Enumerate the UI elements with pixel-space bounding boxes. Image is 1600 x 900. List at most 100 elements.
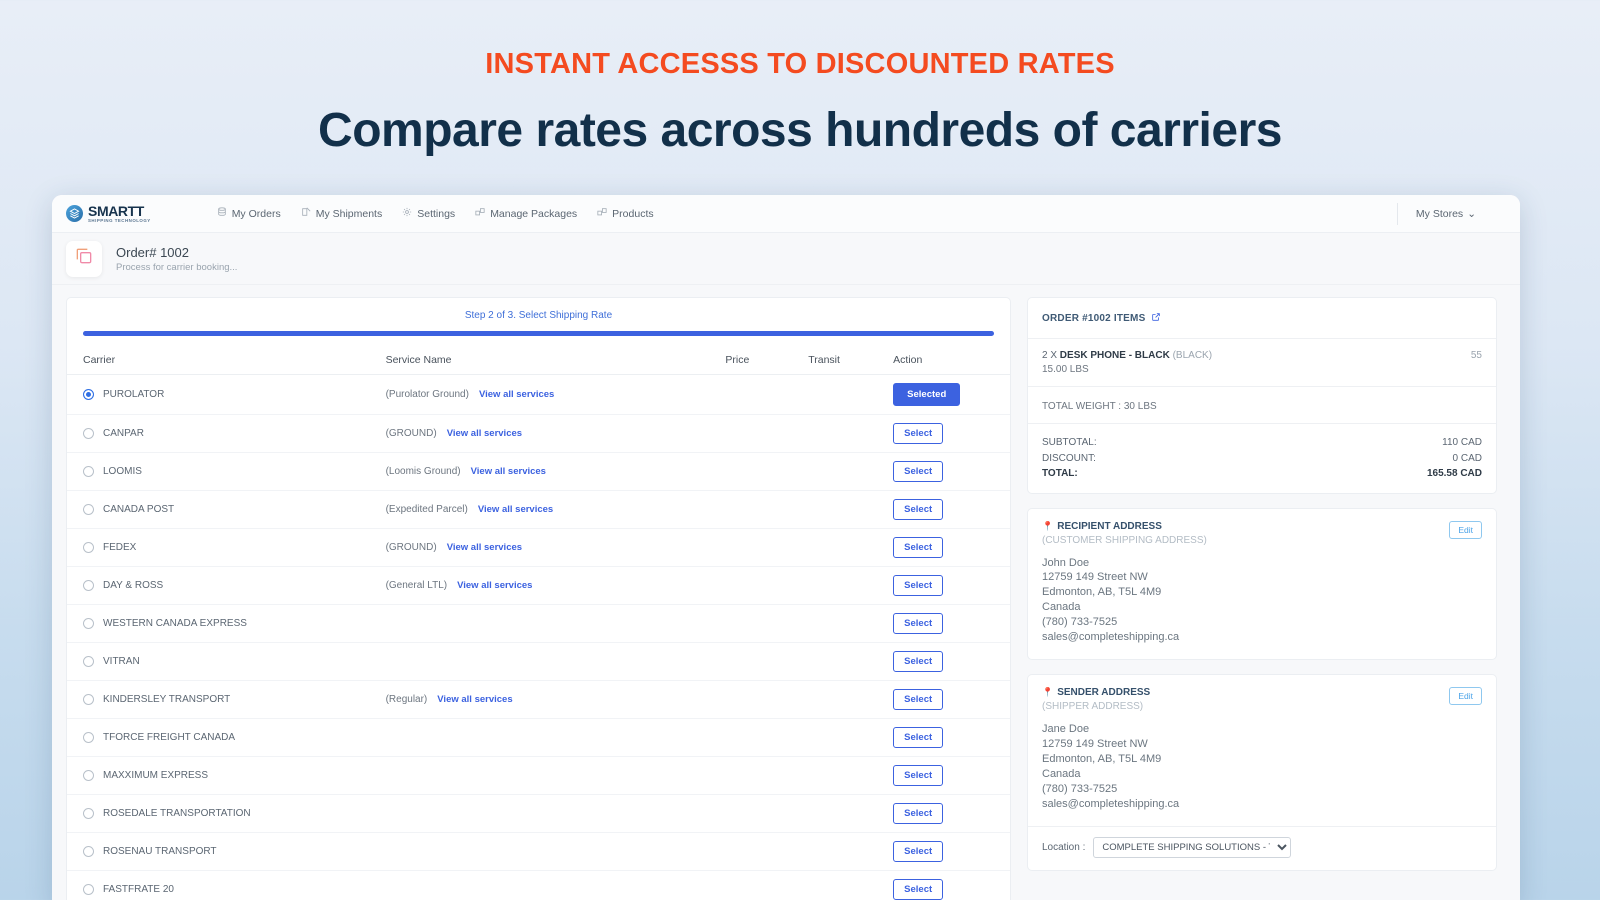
order-icon-container (66, 240, 102, 277)
sender-address-lines: Jane Doe 12759 149 Street NW Edmonton, A… (1042, 722, 1482, 812)
table-row[interactable]: WESTERN CANADA EXPRESS Select (67, 604, 1010, 643)
edit-sender-button[interactable]: Edit (1449, 687, 1482, 706)
select-button[interactable]: Select (893, 537, 944, 558)
selected-button[interactable]: Selected (893, 383, 961, 406)
select-button[interactable]: Select (893, 461, 944, 482)
transit-cell (808, 870, 894, 900)
table-row[interactable]: LOOMIS (Loomis Ground) View all services Se… (67, 452, 1010, 491)
carrier-radio[interactable] (83, 389, 94, 400)
view-all-services-link[interactable]: View all services (479, 389, 554, 400)
table-row[interactable]: ROSENAU TRANSPORT Select (67, 832, 1010, 871)
price-cell (725, 832, 809, 871)
table-row[interactable]: TFORCE FREIGHT CANADA Select (67, 718, 1010, 757)
nav-item-my-shipments[interactable]: My Shipments (301, 207, 382, 220)
view-all-services-link[interactable]: View all services (457, 580, 532, 591)
select-button[interactable]: Select (893, 765, 944, 786)
progress-track (83, 331, 994, 336)
service-cell (385, 604, 726, 643)
sender-line: 12759 149 Street NW (1042, 738, 1148, 751)
sender-address-title: 📍 SENDER ADDRESS (1042, 687, 1482, 698)
table-row[interactable]: ROSEDALE TRANSPORTATION Select (67, 794, 1010, 833)
service-cell (385, 870, 726, 900)
action-cell: Select (893, 414, 1010, 453)
select-button[interactable]: Select (893, 727, 944, 748)
select-button[interactable]: Select (893, 651, 944, 672)
table-row[interactable]: DAY & ROSS (General LTL) View all services… (67, 566, 1010, 605)
order-totals: SUBTOTAL: 110 CAD DISCOUNT: 0 CAD TOTAL:… (1028, 424, 1496, 493)
carrier-radio[interactable] (83, 808, 94, 819)
carrier-radio[interactable] (83, 732, 94, 743)
transit-cell (808, 414, 894, 453)
nav-items: My Orders My Shipments Settings Manage P… (217, 207, 654, 220)
carrier-radio[interactable] (83, 504, 94, 515)
carrier-radio[interactable] (83, 656, 94, 667)
service-cell (385, 794, 726, 833)
carrier-radio[interactable] (83, 542, 94, 553)
carrier-name: PUROLATOR (103, 389, 165, 400)
service-name: (Purolator Ground) (385, 389, 469, 400)
table-row[interactable]: VITRAN Select (67, 642, 1010, 681)
select-button[interactable]: Select (893, 841, 944, 862)
nav-item-settings[interactable]: Settings (402, 207, 455, 220)
carrier-cell: FEDEX (67, 528, 386, 567)
sender-address-panel: Edit 📍 SENDER ADDRESS (SHIPPER ADDRESS) … (1027, 674, 1497, 871)
external-link-icon[interactable] (1151, 309, 1161, 327)
app-body: Step 2 of 3. Select Shipping Rate Carrie… (52, 285, 1520, 900)
nav-label: Products (612, 207, 654, 220)
recipient-line: 12759 149 Street NW (1042, 571, 1148, 584)
location-pin-icon: 📍 (1042, 687, 1054, 698)
carrier-name: MAXXIMUM EXPRESS (103, 770, 209, 781)
carrier-radio[interactable] (83, 580, 94, 591)
transit-cell (808, 490, 894, 529)
select-button[interactable]: Select (893, 499, 944, 520)
sender-line: Canada (1042, 768, 1081, 781)
select-button[interactable]: Select (893, 803, 944, 824)
view-all-services-link[interactable]: View all services (478, 504, 553, 515)
nav-item-manage-packages[interactable]: Manage Packages (475, 207, 577, 220)
transit-cell (808, 718, 894, 757)
carrier-cell: KINDERSLEY TRANSPORT (67, 680, 386, 719)
select-button[interactable]: Select (893, 689, 944, 710)
table-row[interactable]: FASTFRATE 20 Select (67, 870, 1010, 900)
carrier-radio[interactable] (83, 884, 94, 895)
service-cell: (Loomis Ground) View all services (385, 452, 726, 491)
edit-recipient-button[interactable]: Edit (1449, 520, 1482, 539)
service-cell: (GROUND) View all services (385, 528, 726, 567)
transit-cell (808, 794, 894, 833)
carrier-radio[interactable] (83, 694, 94, 705)
total-weight-row: TOTAL WEIGHT : 30 LBS (1028, 387, 1496, 424)
transit-cell (808, 832, 894, 871)
my-stores-dropdown[interactable]: My Stores ⌄ (1416, 208, 1506, 220)
view-all-services-link[interactable]: View all services (471, 466, 546, 477)
table-row[interactable]: PUROLATOR (Purolator Ground) View all serv… (67, 374, 1010, 415)
view-all-services-link[interactable]: View all services (437, 694, 512, 705)
recipient-address-title: 📍 RECIPIENT ADDRESS (1042, 521, 1482, 532)
select-button[interactable]: Select (893, 613, 944, 634)
sender-address-subtitle: (SHIPPER ADDRESS) (1042, 701, 1144, 713)
table-row[interactable]: MAXXIMUM EXPRESS Select (67, 756, 1010, 795)
table-row[interactable]: KINDERSLEY TRANSPORT (Regular) View all se… (67, 680, 1010, 719)
table-row[interactable]: CANPAR (GROUND) View all services Select (67, 414, 1010, 453)
carrier-radio[interactable] (83, 466, 94, 477)
sender-line: Edmonton, AB, T5L 4M9 (1042, 753, 1162, 766)
select-button[interactable]: Select (893, 879, 944, 900)
table-row[interactable]: FEDEX (GROUND) View all services Select (67, 528, 1010, 567)
item-name: DESK PHONE - BLACK (1059, 350, 1170, 361)
transit-cell (808, 680, 894, 719)
carrier-radio[interactable] (83, 618, 94, 629)
nav-item-products[interactable]: Products (597, 207, 654, 220)
view-all-services-link[interactable]: View all services (447, 542, 522, 553)
service-name: (GROUND) (385, 428, 437, 439)
location-select[interactable]: COMPLETE SHIPPING SOLUTIONS - T5L 4M9 (1093, 836, 1292, 858)
total-row: TOTAL: 165.58 CAD (1042, 466, 1482, 482)
nav-item-my-orders[interactable]: My Orders (217, 207, 281, 220)
nav-divider (1396, 202, 1398, 225)
view-all-services-link[interactable]: View all services (447, 428, 522, 439)
select-button[interactable]: Select (893, 423, 944, 444)
table-row[interactable]: CANADA POST (Expedited Parcel) View all se… (67, 490, 1010, 529)
carrier-radio[interactable] (83, 770, 94, 781)
carrier-radio[interactable] (83, 428, 94, 439)
carrier-radio[interactable] (83, 846, 94, 857)
carrier-cell: CANPAR (67, 414, 386, 453)
select-button[interactable]: Select (893, 575, 944, 596)
